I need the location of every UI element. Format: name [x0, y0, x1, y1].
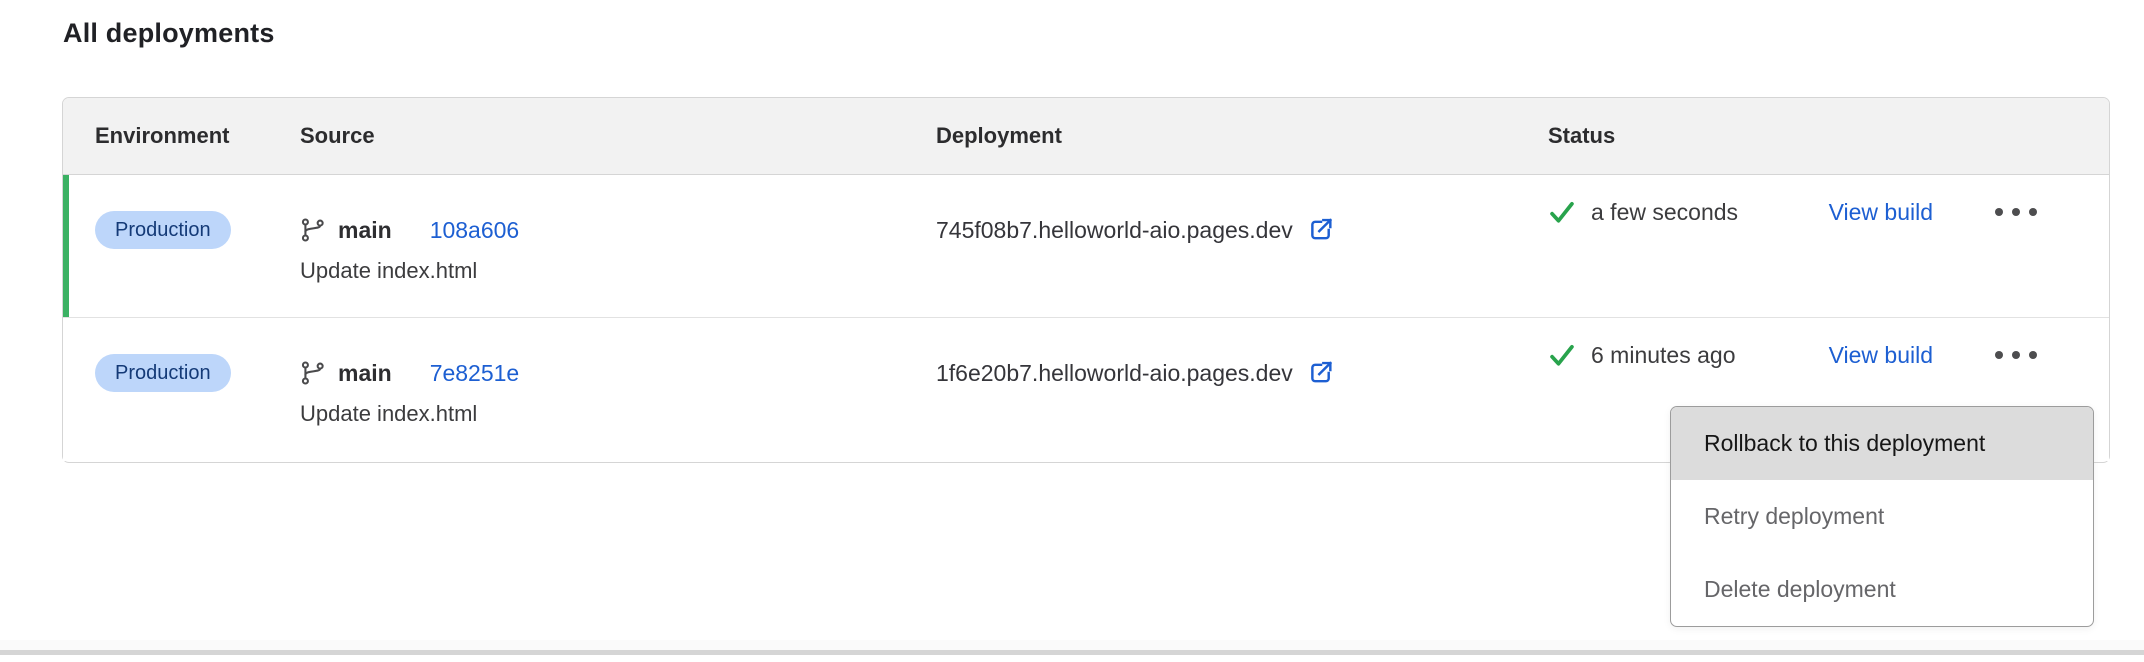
environment-badge: Production [95, 354, 231, 392]
check-icon [1548, 198, 1576, 226]
branch-name: main [338, 360, 392, 387]
source-cell: main 7e8251e Update index.html [300, 318, 936, 427]
deployment-row-1: Production main 108a606 [63, 175, 2109, 318]
external-link-icon[interactable] [1307, 359, 1335, 387]
status-cell: a few seconds View build [1548, 175, 2109, 213]
commit-link[interactable]: 108a606 [430, 217, 520, 244]
environment-cell: Production [63, 318, 300, 392]
environment-badge: Production [95, 211, 231, 249]
table-header-row: Environment Source Deployment Status [63, 98, 2109, 175]
git-branch-icon [300, 217, 326, 243]
status-cell: 6 minutes ago View build [1548, 318, 2109, 356]
menu-item-delete[interactable]: Delete deployment [1671, 553, 2093, 626]
git-branch-icon [300, 360, 326, 386]
commit-message: Update index.html [300, 401, 936, 427]
commit-message: Update index.html [300, 258, 936, 284]
bottom-divider [0, 640, 2144, 655]
row-actions-context-menu: Rollback to this deployment Retry deploy… [1670, 406, 2094, 627]
deployment-url: 745f08b7.helloworld-aio.pages.dev [936, 217, 1293, 244]
menu-item-retry[interactable]: Retry deployment [1671, 480, 2093, 553]
view-build-link[interactable]: View build [1829, 342, 1933, 369]
row-actions-button[interactable] [1995, 198, 2037, 226]
status-group: a few seconds [1548, 198, 1829, 226]
column-header-source: Source [300, 123, 936, 149]
external-link-icon[interactable] [1307, 216, 1335, 244]
deployment-url: 1f6e20b7.helloworld-aio.pages.dev [936, 360, 1293, 387]
deployments-page: All deployments Environment Source Deplo… [0, 0, 2144, 662]
status-group: 6 minutes ago [1548, 341, 1829, 369]
branch-name: main [338, 217, 392, 244]
source-cell: main 108a606 Update index.html [300, 175, 936, 284]
row-actions-button[interactable] [1995, 341, 2037, 369]
commit-link[interactable]: 7e8251e [430, 360, 520, 387]
deployment-cell: 745f08b7.helloworld-aio.pages.dev [936, 175, 1548, 249]
column-header-status: Status [1548, 123, 2109, 149]
view-build-link[interactable]: View build [1829, 199, 1933, 226]
environment-cell: Production [63, 175, 300, 249]
current-deployment-indicator [63, 175, 69, 317]
menu-item-rollback[interactable]: Rollback to this deployment [1671, 407, 2093, 480]
column-header-deployment: Deployment [936, 123, 1548, 149]
check-icon [1548, 341, 1576, 369]
status-time: a few seconds [1591, 199, 1738, 226]
status-time: 6 minutes ago [1591, 342, 1735, 369]
column-header-environment: Environment [63, 123, 300, 149]
page-title: All deployments [63, 18, 275, 49]
deployment-cell: 1f6e20b7.helloworld-aio.pages.dev [936, 318, 1548, 392]
